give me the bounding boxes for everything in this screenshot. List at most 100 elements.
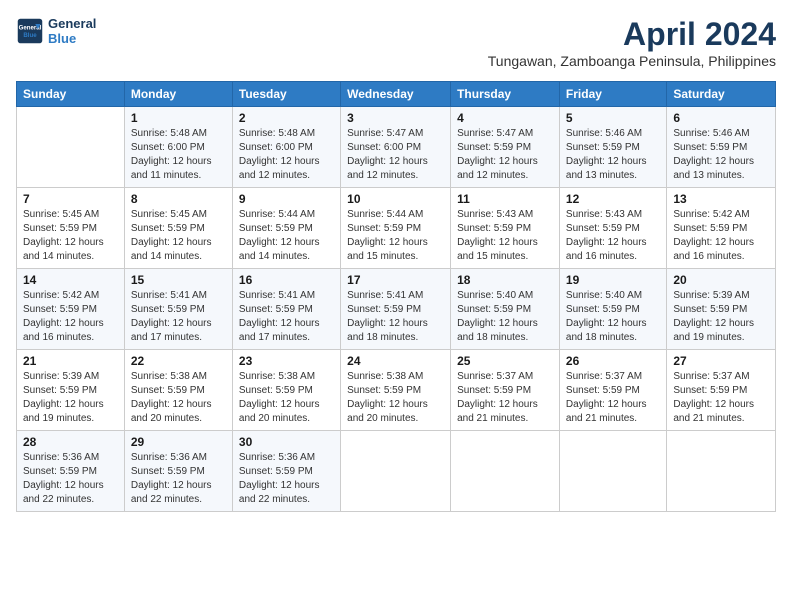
calendar-cell: 28Sunrise: 5:36 AM Sunset: 5:59 PM Dayli… bbox=[17, 431, 125, 512]
day-number: 9 bbox=[239, 192, 334, 206]
day-info: Sunrise: 5:36 AM Sunset: 5:59 PM Dayligh… bbox=[23, 451, 118, 507]
calendar-cell bbox=[451, 431, 560, 512]
page-subtitle: Tungawan, Zamboanga Peninsula, Philippin… bbox=[488, 53, 776, 69]
day-number: 11 bbox=[457, 192, 553, 206]
day-info: Sunrise: 5:37 AM Sunset: 5:59 PM Dayligh… bbox=[457, 370, 553, 426]
calendar-cell: 27 Sunrise: 5:37 AM Sunset: 5:59 PM Dayli… bbox=[667, 350, 776, 431]
day-info: Sunrise: 5:44 AM Sunset: 5:59 PM Dayligh… bbox=[347, 208, 444, 264]
day-info: Sunrise: 5:39 AM Sunset: 5:59 PM Dayligh… bbox=[673, 289, 769, 345]
day-info: Sunrise: 5:46 AM Sunset: 5:59 PM Dayligh… bbox=[673, 127, 769, 183]
day-info: Sunrise: 5:47 AM Sunset: 6:00 PM Dayligh… bbox=[347, 127, 444, 183]
day-number: 22 bbox=[131, 354, 226, 368]
calendar-cell: 20Sunrise: 5:39 AM Sunset: 5:59 PM Dayli… bbox=[667, 269, 776, 350]
calendar-cell: 3 Sunrise: 5:47 AM Sunset: 6:00 PM Daylig… bbox=[341, 107, 451, 188]
day-number: 30 bbox=[239, 435, 334, 449]
calendar-cell: 19 Sunrise: 5:40 AM Sunset: 5:59 PM Dayli… bbox=[559, 269, 666, 350]
day-info: Sunrise: 5:38 AM Sunset: 5:59 PM Dayligh… bbox=[347, 370, 444, 426]
calendar-cell: 29 Sunrise: 5:36 AM Sunset: 5:59 PM Dayli… bbox=[124, 431, 232, 512]
day-info: Sunrise: 5:37 AM Sunset: 5:59 PM Dayligh… bbox=[566, 370, 660, 426]
calendar-week-row: 21 Sunrise: 5:39 AM Sunset: 5:59 PM Dayli… bbox=[17, 350, 776, 431]
calendar-header-sunday: Sunday bbox=[17, 82, 125, 107]
day-info: Sunrise: 5:47 AM Sunset: 5:59 PM Dayligh… bbox=[457, 127, 553, 183]
day-number: 5 bbox=[566, 111, 660, 125]
calendar-cell bbox=[341, 431, 451, 512]
calendar-cell: 22 Sunrise: 5:38 AM Sunset: 5:59 PM Dayli… bbox=[124, 350, 232, 431]
calendar-cell: 21 Sunrise: 5:39 AM Sunset: 5:59 PM Dayli… bbox=[17, 350, 125, 431]
day-info: Sunrise: 5:43 AM Sunset: 5:59 PM Dayligh… bbox=[566, 208, 660, 264]
day-number: 23 bbox=[239, 354, 334, 368]
day-info: Sunrise: 5:43 AM Sunset: 5:59 PM Dayligh… bbox=[457, 208, 553, 264]
day-info: Sunrise: 5:48 AM Sunset: 6:00 PM Dayligh… bbox=[239, 127, 334, 183]
calendar-cell: 26 Sunrise: 5:37 AM Sunset: 5:59 PM Dayli… bbox=[559, 350, 666, 431]
calendar-cell: 13Sunrise: 5:42 AM Sunset: 5:59 PM Dayli… bbox=[667, 188, 776, 269]
calendar-header-wednesday: Wednesday bbox=[341, 82, 451, 107]
day-info: Sunrise: 5:44 AM Sunset: 5:59 PM Dayligh… bbox=[239, 208, 334, 264]
calendar-cell: 1 Sunrise: 5:48 AM Sunset: 6:00 PM Daylig… bbox=[124, 107, 232, 188]
calendar-cell: 11 Sunrise: 5:43 AM Sunset: 5:59 PM Dayli… bbox=[451, 188, 560, 269]
calendar-cell bbox=[17, 107, 125, 188]
calendar-header-thursday: Thursday bbox=[451, 82, 560, 107]
calendar-cell: 7Sunrise: 5:45 AM Sunset: 5:59 PM Daylig… bbox=[17, 188, 125, 269]
day-info: Sunrise: 5:38 AM Sunset: 5:59 PM Dayligh… bbox=[239, 370, 334, 426]
day-number: 29 bbox=[131, 435, 226, 449]
day-number: 27 bbox=[673, 354, 769, 368]
calendar-cell: 25Sunrise: 5:37 AM Sunset: 5:59 PM Dayli… bbox=[451, 350, 560, 431]
calendar-body: 1 Sunrise: 5:48 AM Sunset: 6:00 PM Daylig… bbox=[17, 107, 776, 512]
day-info: Sunrise: 5:41 AM Sunset: 5:59 PM Dayligh… bbox=[347, 289, 444, 345]
calendar-cell: 18 Sunrise: 5:40 AM Sunset: 5:59 PM Dayli… bbox=[451, 269, 560, 350]
calendar-header-monday: Monday bbox=[124, 82, 232, 107]
calendar-cell: 10Sunrise: 5:44 AM Sunset: 5:59 PM Dayli… bbox=[341, 188, 451, 269]
day-info: Sunrise: 5:37 AM Sunset: 5:59 PM Dayligh… bbox=[673, 370, 769, 426]
day-number: 21 bbox=[23, 354, 118, 368]
day-info: Sunrise: 5:40 AM Sunset: 5:59 PM Dayligh… bbox=[457, 289, 553, 345]
day-number: 19 bbox=[566, 273, 660, 287]
day-info: Sunrise: 5:42 AM Sunset: 5:59 PM Dayligh… bbox=[23, 289, 118, 345]
day-number: 12 bbox=[566, 192, 660, 206]
day-info: Sunrise: 5:46 AM Sunset: 5:59 PM Dayligh… bbox=[566, 127, 660, 183]
calendar-header-saturday: Saturday bbox=[667, 82, 776, 107]
calendar-table: SundayMondayTuesdayWednesdayThursdayFrid… bbox=[16, 81, 776, 512]
calendar-cell: 24 Sunrise: 5:38 AM Sunset: 5:59 PM Dayli… bbox=[341, 350, 451, 431]
day-number: 17 bbox=[347, 273, 444, 287]
day-number: 26 bbox=[566, 354, 660, 368]
calendar-week-row: 28Sunrise: 5:36 AM Sunset: 5:59 PM Dayli… bbox=[17, 431, 776, 512]
calendar-header-row: SundayMondayTuesdayWednesdayThursdayFrid… bbox=[17, 82, 776, 107]
day-info: Sunrise: 5:41 AM Sunset: 5:59 PM Dayligh… bbox=[239, 289, 334, 345]
day-info: Sunrise: 5:40 AM Sunset: 5:59 PM Dayligh… bbox=[566, 289, 660, 345]
day-number: 15 bbox=[131, 273, 226, 287]
calendar-cell: 15Sunrise: 5:41 AM Sunset: 5:59 PM Dayli… bbox=[124, 269, 232, 350]
day-info: Sunrise: 5:38 AM Sunset: 5:59 PM Dayligh… bbox=[131, 370, 226, 426]
calendar-header-friday: Friday bbox=[559, 82, 666, 107]
page-title: April 2024 bbox=[488, 16, 776, 53]
day-info: Sunrise: 5:45 AM Sunset: 5:59 PM Dayligh… bbox=[23, 208, 118, 264]
calendar-week-row: 7Sunrise: 5:45 AM Sunset: 5:59 PM Daylig… bbox=[17, 188, 776, 269]
calendar-cell: 14 Sunrise: 5:42 AM Sunset: 5:59 PM Dayli… bbox=[17, 269, 125, 350]
day-info: Sunrise: 5:36 AM Sunset: 5:59 PM Dayligh… bbox=[131, 451, 226, 507]
calendar-cell: 12 Sunrise: 5:43 AM Sunset: 5:59 PM Dayli… bbox=[559, 188, 666, 269]
page-header: General Blue General Blue April 2024 Tun… bbox=[16, 16, 776, 77]
calendar-header-tuesday: Tuesday bbox=[232, 82, 340, 107]
day-info: Sunrise: 5:48 AM Sunset: 6:00 PM Dayligh… bbox=[131, 127, 226, 183]
logo-text: General Blue bbox=[48, 16, 96, 46]
calendar-cell bbox=[667, 431, 776, 512]
day-info: Sunrise: 5:39 AM Sunset: 5:59 PM Dayligh… bbox=[23, 370, 118, 426]
day-info: Sunrise: 5:36 AM Sunset: 5:59 PM Dayligh… bbox=[239, 451, 334, 507]
calendar-cell bbox=[559, 431, 666, 512]
day-number: 1 bbox=[131, 111, 226, 125]
title-block: April 2024 Tungawan, Zamboanga Peninsula… bbox=[488, 16, 776, 77]
day-number: 24 bbox=[347, 354, 444, 368]
logo: General Blue General Blue bbox=[16, 16, 96, 46]
day-number: 13 bbox=[673, 192, 769, 206]
day-info: Sunrise: 5:45 AM Sunset: 5:59 PM Dayligh… bbox=[131, 208, 226, 264]
day-number: 6 bbox=[673, 111, 769, 125]
calendar-cell: 6 Sunrise: 5:46 AM Sunset: 5:59 PM Daylig… bbox=[667, 107, 776, 188]
svg-text:Blue: Blue bbox=[23, 32, 37, 39]
calendar-cell: 23 Sunrise: 5:38 AM Sunset: 5:59 PM Dayli… bbox=[232, 350, 340, 431]
day-number: 14 bbox=[23, 273, 118, 287]
calendar-cell: 8Sunrise: 5:45 AM Sunset: 5:59 PM Daylig… bbox=[124, 188, 232, 269]
calendar-cell: 30 Sunrise: 5:36 AM Sunset: 5:59 PM Dayli… bbox=[232, 431, 340, 512]
day-number: 3 bbox=[347, 111, 444, 125]
calendar-cell: 17 Sunrise: 5:41 AM Sunset: 5:59 PM Dayli… bbox=[341, 269, 451, 350]
logo-icon: General Blue bbox=[16, 17, 44, 45]
day-number: 18 bbox=[457, 273, 553, 287]
